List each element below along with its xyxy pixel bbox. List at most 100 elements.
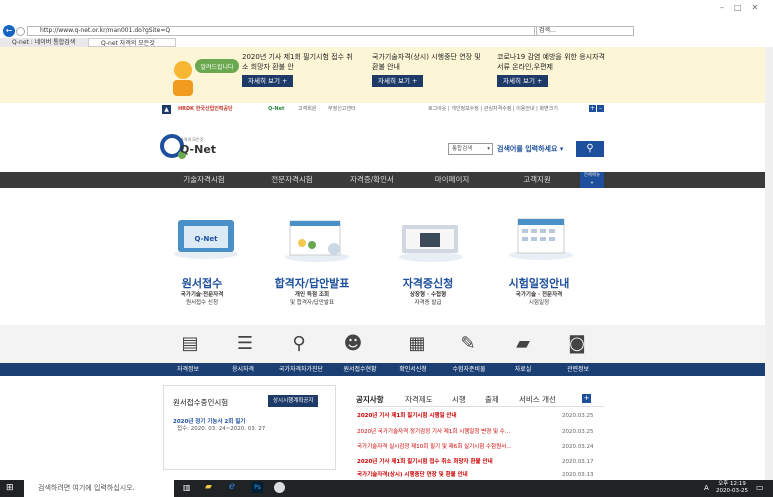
report-link[interactable]: 부정신고센터 bbox=[328, 104, 356, 114]
browser-search-input[interactable]: 검색... bbox=[534, 26, 634, 36]
notice-item-3[interactable]: 코로나19 감염 예방을 위한 응시자격서류 온라인,우편제 자세히 보기 + bbox=[497, 52, 609, 87]
clock[interactable]: 오후 12:19 2020-03-25 bbox=[716, 481, 748, 495]
tab-notice[interactable]: 공지사항 bbox=[356, 394, 384, 405]
notice-row[interactable]: 2020년 기사 제1회 필기시험 접수 취소 희망자 환불 안내 bbox=[357, 458, 547, 466]
ie-icon[interactable]: ℯ bbox=[229, 481, 235, 492]
service-supplies[interactable]: 수험자준비물 bbox=[442, 363, 496, 376]
icon-band bbox=[0, 325, 773, 363]
detail-button[interactable]: 자세히 보기 + bbox=[372, 75, 424, 87]
forward-button[interactable] bbox=[16, 27, 25, 36]
zoom-out-icon[interactable]: – bbox=[597, 105, 604, 112]
notice-item-2[interactable]: 국가기술자격(상시) 시행중단 연장 및 환불 안내 자세히 보기 + bbox=[372, 52, 482, 87]
schedule-illustration bbox=[506, 213, 576, 261]
app-icon[interactable] bbox=[274, 482, 285, 493]
tab-naver[interactable]: Q-net : 네이버 통합검색 bbox=[0, 38, 88, 47]
pencil-icon[interactable]: ✎ bbox=[456, 333, 480, 355]
notice-row[interactable]: 2020년 국가기술자격 정기검정 기사 제1회 시행일정 변경 및 수... bbox=[357, 428, 547, 436]
tab-service[interactable]: 서비스 개선 bbox=[519, 394, 556, 405]
nav-pro-exam[interactable]: 전문자격시험 bbox=[248, 172, 336, 188]
service-self-check[interactable]: 국가자격자가진단 bbox=[270, 363, 332, 376]
file-explorer-icon[interactable]: ▰ bbox=[205, 482, 212, 492]
search-input[interactable]: 검색어를 입력하세요 ▾ bbox=[497, 143, 573, 155]
nav-mypage[interactable]: 마이페이지 bbox=[408, 172, 496, 188]
tab-questions[interactable]: 출제 bbox=[485, 394, 499, 405]
notice-date: 2020.03.17 bbox=[562, 459, 594, 465]
tab-exam[interactable]: 시행 bbox=[452, 394, 466, 405]
notice-date: 2020.03.25 bbox=[562, 429, 594, 435]
search-icon: ⚲ bbox=[586, 143, 594, 154]
book-icon[interactable]: ▤ bbox=[178, 333, 202, 355]
nav-tech-exam[interactable]: 기술자격시험 bbox=[160, 172, 248, 188]
nav-certificate[interactable]: 자격증/확인서 bbox=[336, 172, 408, 188]
notice-illustration: 알려드립니다 bbox=[163, 53, 243, 98]
service-archive[interactable]: 자료실 bbox=[500, 363, 546, 376]
quick-results-title[interactable]: 합격자/답안발표 bbox=[252, 275, 372, 291]
search-scope-select[interactable]: 통합검색 ▾ bbox=[448, 143, 493, 155]
select-value: 통합검색 bbox=[452, 146, 473, 152]
sub2: 및 합격자/답안발표 bbox=[289, 300, 335, 306]
quick-application-title[interactable]: 원서접수 bbox=[142, 275, 262, 291]
logo-text: Q-Net bbox=[180, 143, 217, 156]
qnet-link[interactable]: Q-Net bbox=[268, 104, 284, 114]
window-controls[interactable]: –□✕ bbox=[720, 3, 768, 12]
zoom-in-icon[interactable]: + bbox=[589, 105, 596, 112]
divider bbox=[356, 406, 604, 407]
svg-text:알려드립니다: 알려드립니다 bbox=[200, 63, 234, 71]
ime-indicator[interactable]: A bbox=[704, 484, 709, 492]
time: 오후 12:19 bbox=[718, 481, 746, 487]
service-eligibility[interactable]: 응시자격 bbox=[218, 363, 268, 376]
notice-date: 2020.03.13 bbox=[562, 472, 594, 478]
service-application-status[interactable]: 원서접수현황 bbox=[334, 363, 386, 376]
address-bar[interactable]: http://www.q-net.or.kr/man001.do?gSite=Q bbox=[27, 26, 537, 36]
notification-icon[interactable]: ▭ bbox=[756, 483, 764, 492]
application-panel-title: 원서접수중인시험 bbox=[173, 398, 229, 407]
search-button[interactable]: ⚲ bbox=[576, 141, 604, 157]
photoshop-icon[interactable]: Ps bbox=[252, 482, 263, 493]
notice-row[interactable]: 2020년 기사 제1회 필기시험 시행일 안내 bbox=[357, 412, 547, 420]
scrollbar[interactable] bbox=[765, 47, 773, 480]
nav-support[interactable]: 고객지원 bbox=[496, 172, 578, 188]
detail-button[interactable]: 자세히 보기 + bbox=[242, 75, 294, 87]
date: 2020-03-25 bbox=[716, 488, 748, 494]
certificate-illustration bbox=[396, 215, 466, 263]
magnifier-icon[interactable]: ⚲ bbox=[287, 333, 311, 355]
people-icon[interactable]: ☻ bbox=[341, 333, 365, 355]
sub1: 상장형 · 수첩형 bbox=[409, 292, 447, 298]
tab-qnet[interactable]: Q-net 자격의 모든것 bbox=[88, 38, 176, 47]
service-nav bbox=[0, 363, 773, 376]
service-related[interactable]: 관련정보 bbox=[553, 363, 603, 376]
document-icon[interactable]: ▦ bbox=[405, 333, 429, 355]
quick-certificate-title[interactable]: 자격증신청 bbox=[368, 275, 488, 291]
quick-schedule-title[interactable]: 시험일정안내 bbox=[479, 275, 599, 291]
checklist-icon[interactable]: ☰ bbox=[233, 333, 257, 355]
application-item-title[interactable]: 2020년 정기 기능사 2회 필기 bbox=[173, 419, 245, 426]
folder-icon[interactable]: ▰ bbox=[511, 333, 535, 355]
notice-item-1[interactable]: 2020년 기사 제1회 필기시험 접수 취소 희망자 환불 안 자세히 보기 + bbox=[242, 52, 354, 87]
service-confirmation[interactable]: 확인서신청 bbox=[390, 363, 436, 376]
quick-schedule-sub: 국가기술 · 전문자격 시험일정 bbox=[479, 291, 599, 307]
nav-all-menu[interactable]: 전체메뉴 ▾ bbox=[580, 172, 604, 188]
quick-results-sub: 개인 득점 조회 및 합격자/답안발표 bbox=[252, 291, 372, 307]
tab-system[interactable]: 자격제도 bbox=[405, 394, 433, 405]
sub2: 시험일정 bbox=[528, 300, 550, 306]
service-qual-info[interactable]: 자격정보 bbox=[163, 363, 213, 376]
results-illustration bbox=[282, 215, 352, 263]
home-icon[interactable]: ▲ bbox=[162, 105, 171, 114]
schedule-notice-button[interactable]: 상시시행계획공지 bbox=[268, 395, 319, 407]
task-view-icon[interactable]: ▥ bbox=[183, 483, 191, 492]
notice-row[interactable]: 국가기술자격(상시) 시행중단 연장 및 환불 안내 bbox=[357, 471, 547, 479]
svg-text:Q-Net: Q-Net bbox=[195, 235, 219, 243]
detail-button[interactable]: 자세히 보기 + bbox=[497, 75, 549, 87]
quick-certificate-sub: 상장형 · 수첩형 자격증 발급 bbox=[368, 291, 488, 307]
util-right-links[interactable]: 로그아웃 | 개인정보수정 | 관심자격수정 | 이용안내 | 화면크기 bbox=[428, 104, 558, 114]
hrdk-link[interactable]: HRDK 한국산업인력공단 bbox=[178, 104, 233, 114]
notice-date: 2020.03.25 bbox=[562, 413, 594, 419]
taskbar-search[interactable]: 검색하려면 여기에 입력하십시오. bbox=[24, 480, 174, 497]
qnet-logo[interactable]: 자격의 모든것 Q-Net bbox=[160, 133, 220, 163]
back-button[interactable]: ← bbox=[3, 25, 15, 37]
member-link[interactable]: 고객회원 bbox=[298, 104, 316, 114]
more-plus-icon[interactable]: + bbox=[582, 394, 591, 403]
windows-start-icon[interactable]: ⊞ bbox=[6, 483, 14, 493]
notice-row[interactable]: 국가기술자격 실시검정 제10회 필기 및 제6회 실기시험 수험원서... bbox=[357, 443, 547, 451]
camera-icon[interactable]: ◙ bbox=[565, 333, 589, 355]
